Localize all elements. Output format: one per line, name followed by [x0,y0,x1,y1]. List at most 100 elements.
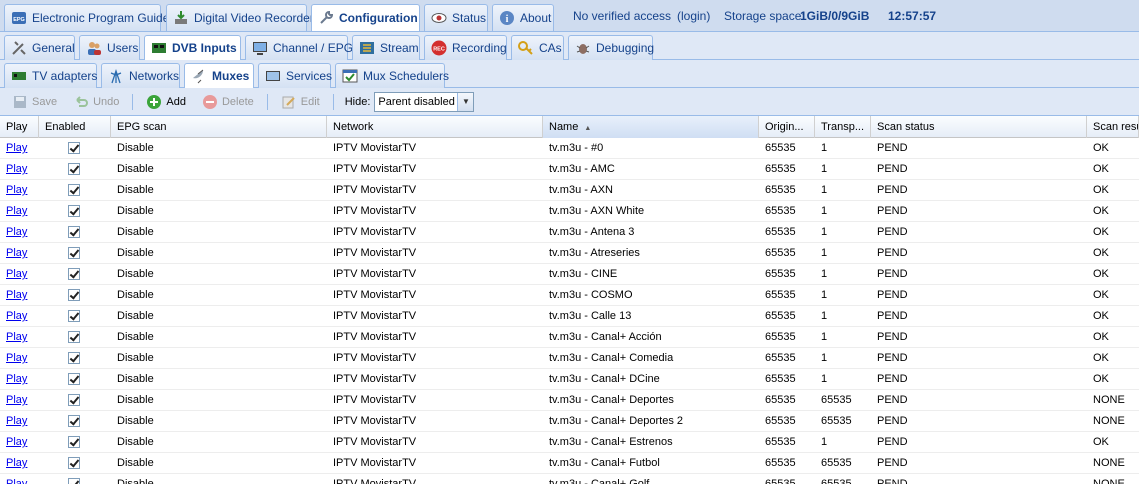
enabled-checkbox[interactable] [68,268,80,280]
table-row[interactable]: Play Disable IPTV MovistarTV tv.m3u - AMC 65… [0,159,1139,180]
tab-status[interactable]: Status [424,4,488,31]
column-header-epg-scan[interactable]: EPG scan [111,116,327,138]
enabled-checkbox[interactable] [68,331,80,343]
play-link[interactable]: Play [0,348,39,369]
tab-about[interactable]: i About [492,4,554,31]
enabled-checkbox[interactable] [68,352,80,364]
table-row[interactable]: Play Disable IPTV MovistarTV tv.m3u - Canal… [0,474,1139,484]
table-row[interactable]: Play Disable IPTV MovistarTV tv.m3u - CINE 6… [0,264,1139,285]
column-header-scan-result[interactable]: Scan result [1087,116,1139,138]
tab-configuration[interactable]: Configuration [311,4,420,31]
enabled-checkbox[interactable] [68,184,80,196]
play-link[interactable]: Play [0,180,39,201]
table-row[interactable]: Play Disable IPTV MovistarTV tv.m3u - AXN 65… [0,180,1139,201]
play-link[interactable]: Play [0,264,39,285]
column-header-enabled[interactable]: Enabled [39,116,111,138]
enabled-checkbox[interactable] [68,436,80,448]
add-button[interactable]: Add [140,91,192,113]
tab-general[interactable]: General [4,35,75,60]
play-link-text[interactable]: Play [6,268,27,280]
table-row[interactable]: Play Disable IPTV MovistarTV tv.m3u - AXN W… [0,201,1139,222]
play-link[interactable]: Play [0,327,39,348]
table-row[interactable]: Play Disable IPTV MovistarTV tv.m3u - Canal… [0,432,1139,453]
play-link-text[interactable]: Play [6,436,27,448]
tab-tv-adapters[interactable]: TV adapters [4,63,97,88]
hide-filter-select[interactable]: Parent disabled ▼ [374,91,475,112]
tab-electronic-program-guide[interactable]: EPG Electronic Program Guide [4,4,169,31]
play-link-text[interactable]: Play [6,352,27,364]
tab-services[interactable]: Services [258,63,332,88]
play-link[interactable]: Play [0,453,39,474]
table-row[interactable]: Play Disable IPTV MovistarTV tv.m3u - Canal… [0,390,1139,411]
undo-button[interactable]: Undo [67,91,125,113]
play-link[interactable]: Play [0,369,39,390]
tab-dvb-inputs[interactable]: DVB Inputs [144,35,241,60]
table-row[interactable]: Play Disable IPTV MovistarTV tv.m3u - Canal… [0,369,1139,390]
save-button[interactable]: Save [6,91,63,113]
play-link-text[interactable]: Play [6,205,27,217]
play-link-text[interactable]: Play [6,247,27,259]
chevron-down-icon[interactable]: ▼ [457,92,474,111]
table-row[interactable]: Play Disable IPTV MovistarTV tv.m3u - Canal… [0,411,1139,432]
play-link[interactable]: Play [0,243,39,264]
play-link-text[interactable]: Play [6,394,27,406]
play-link[interactable]: Play [0,474,39,484]
login-link[interactable]: (login) [677,9,710,23]
play-link[interactable]: Play [0,159,39,180]
enabled-checkbox[interactable] [68,415,80,427]
tab-networks[interactable]: Networks [101,63,180,88]
table-row[interactable]: Play Disable IPTV MovistarTV tv.m3u - Anten… [0,222,1139,243]
column-header-network[interactable]: Network [327,116,543,138]
play-link[interactable]: Play [0,201,39,222]
column-header-original-network-id[interactable]: Origin... [759,116,815,138]
enabled-checkbox[interactable] [68,373,80,385]
play-link[interactable]: Play [0,285,39,306]
play-link[interactable]: Play [0,306,39,327]
tab-users[interactable]: Users [79,35,140,60]
play-link-text[interactable]: Play [6,142,27,154]
enabled-checkbox[interactable] [68,226,80,238]
play-link-text[interactable]: Play [6,373,27,385]
table-row[interactable]: Play Disable IPTV MovistarTV tv.m3u - Atres… [0,243,1139,264]
table-row[interactable]: Play Disable IPTV MovistarTV tv.m3u - Calle… [0,306,1139,327]
play-link[interactable]: Play [0,390,39,411]
enabled-checkbox[interactable] [68,310,80,322]
play-link-text[interactable]: Play [6,331,27,343]
play-link[interactable]: Play [0,411,39,432]
tab-debugging[interactable]: Debugging [568,35,654,60]
enabled-checkbox[interactable] [68,163,80,175]
tab-muxes[interactable]: Muxes [184,63,254,88]
enabled-checkbox[interactable] [68,289,80,301]
table-row[interactable]: Play Disable IPTV MovistarTV tv.m3u - Canal… [0,327,1139,348]
enabled-checkbox[interactable] [68,478,80,484]
play-link-text[interactable]: Play [6,457,27,469]
play-link-text[interactable]: Play [6,478,27,484]
table-row[interactable]: Play Disable IPTV MovistarTV tv.m3u - #0 655… [0,138,1139,159]
table-row[interactable]: Play Disable IPTV MovistarTV tv.m3u - COSMO… [0,285,1139,306]
enabled-checkbox[interactable] [68,457,80,469]
edit-button[interactable]: Edit [275,91,326,113]
enabled-checkbox[interactable] [68,394,80,406]
tab-recording[interactable]: REC Recording [424,35,507,60]
column-header-name[interactable]: Name ▲ [543,116,759,138]
play-link-text[interactable]: Play [6,226,27,238]
play-link-text[interactable]: Play [6,289,27,301]
tab-cas[interactable]: CAs [511,35,564,60]
play-link[interactable]: Play [0,138,39,159]
column-header-transport-stream-id[interactable]: Transp... [815,116,871,138]
play-link-text[interactable]: Play [6,310,27,322]
enabled-checkbox[interactable] [68,247,80,259]
play-link[interactable]: Play [0,432,39,453]
tab-stream[interactable]: Stream [352,35,420,60]
play-link-text[interactable]: Play [6,163,27,175]
column-header-play[interactable]: Play [0,116,39,138]
tab-channel-epg[interactable]: Channel / EPG [245,35,353,60]
enabled-checkbox[interactable] [68,205,80,217]
enabled-checkbox[interactable] [68,142,80,154]
column-header-scan-status[interactable]: Scan status [871,116,1087,138]
play-link[interactable]: Play [0,222,39,243]
play-link-text[interactable]: Play [6,184,27,196]
tab-mux-schedulers[interactable]: Mux Schedulers [335,63,449,88]
play-link-text[interactable]: Play [6,415,27,427]
table-row[interactable]: Play Disable IPTV MovistarTV tv.m3u - Canal… [0,453,1139,474]
